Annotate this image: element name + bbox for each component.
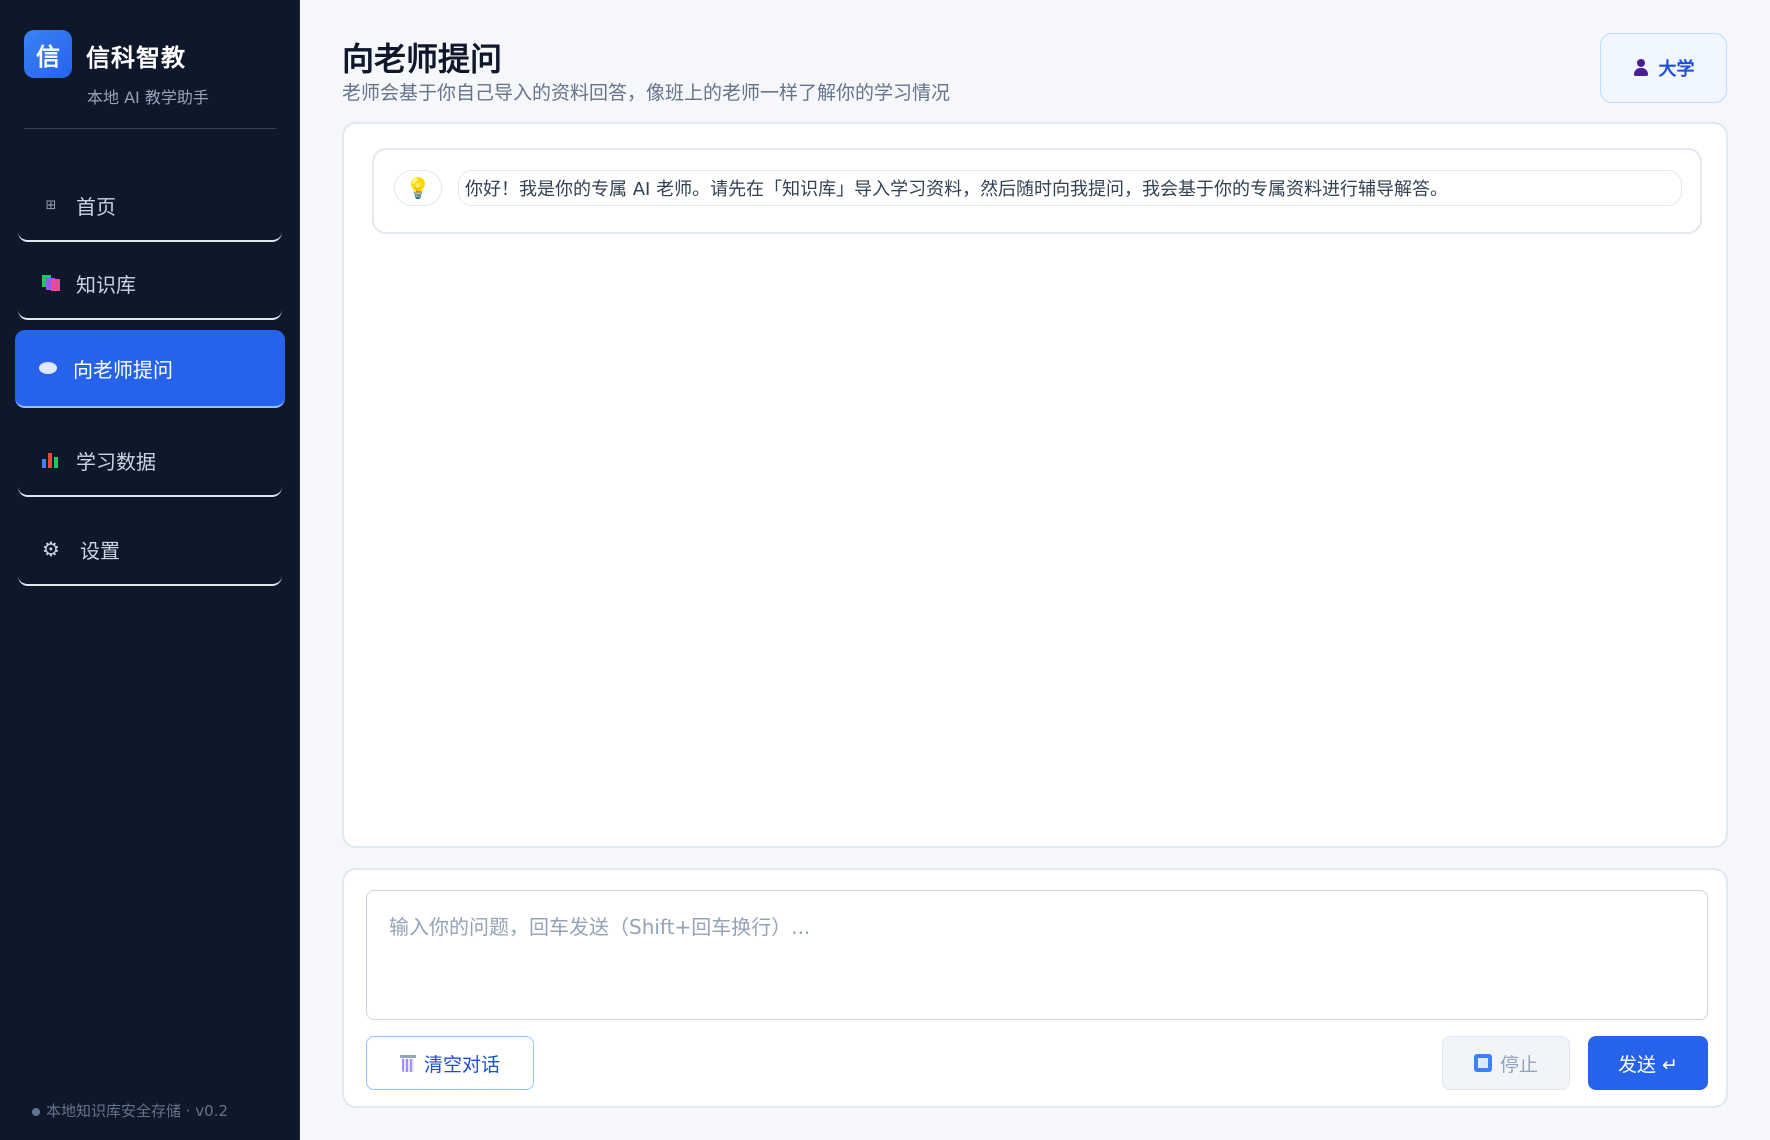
assistant-message: 💡 你好！我是你的专属 AI 老师。请先在「知识库」导入学习资料，然后随时向我提… — [372, 148, 1702, 234]
composer-panel: 清空对话 停止 发送 ↵ — [342, 868, 1728, 1108]
trash-icon — [399, 1054, 416, 1072]
gear-icon: ⚙ — [42, 537, 60, 561]
speech-bubble-icon — [37, 362, 59, 374]
bar-chart-icon — [40, 452, 62, 468]
send-button[interactable]: 发送 ↵ — [1588, 1036, 1708, 1090]
user-icon — [1633, 59, 1649, 77]
chat-panel: 💡 你好！我是你的专属 AI 老师。请先在「知识库」导入学习资料，然后随时向我提… — [342, 122, 1728, 848]
sidebar-item-label: 首页 — [76, 194, 116, 219]
sidebar-item-settings[interactable]: ⚙ 设置 — [18, 514, 282, 586]
stop-label: 停止 — [1499, 1053, 1538, 1076]
app-name: 信科智教 — [86, 44, 186, 72]
sidebar-item-knowledge-base[interactable]: 知识库 — [18, 248, 282, 320]
clear-chat-label: 清空对话 — [423, 1053, 500, 1076]
sidebar-item-label: 知识库 — [76, 272, 136, 297]
level-label: 大学 — [1658, 59, 1695, 80]
lightbulb-icon: 💡 — [394, 170, 442, 206]
sidebar-item-label: 设置 — [80, 538, 120, 563]
send-label: 发送 ↵ — [1618, 1053, 1678, 1076]
page-title: 向老师提问 — [342, 40, 503, 78]
page-subtitle: 老师会基于你自己导入的资料回答，像班上的老师一样了解你的学习情况 — [342, 82, 951, 104]
clear-chat-button[interactable]: 清空对话 — [366, 1036, 534, 1090]
sidebar-item-learning-data[interactable]: 学习数据 — [18, 425, 282, 497]
level-badge[interactable]: 大学 — [1600, 33, 1727, 103]
app-logo: 信 — [24, 30, 72, 78]
status-dot — [32, 1107, 40, 1116]
sidebar-item-label: 学习数据 — [76, 449, 156, 474]
message-text: 你好！我是你的专属 AI 老师。请先在「知识库」导入学习资料，然后随时向我提问，… — [458, 170, 1682, 206]
footer-text: 本地知识库安全存储 · v0.2 — [46, 1102, 229, 1120]
app-tagline: 本地 AI 教学助手 — [87, 88, 209, 107]
stop-button[interactable]: 停止 — [1442, 1036, 1570, 1090]
home-grid-icon: ⊞ — [45, 197, 57, 213]
stop-icon — [1473, 1054, 1492, 1072]
question-input[interactable] — [366, 890, 1708, 1020]
sidebar-footer: 本地知识库安全存储 · v0.2 — [32, 1100, 228, 1121]
sidebar-item-ask-teacher[interactable]: 向老师提问 — [15, 330, 285, 408]
sidebar: 信 信科智教 本地 AI 教学助手 ⊞ 首页 知识库 向老师提问 学习数据 ⚙ … — [0, 0, 300, 1140]
sidebar-item-home[interactable]: ⊞ 首页 — [18, 170, 282, 242]
sidebar-item-label: 向老师提问 — [73, 357, 173, 382]
sidebar-divider — [24, 128, 276, 129]
books-icon — [40, 275, 62, 291]
